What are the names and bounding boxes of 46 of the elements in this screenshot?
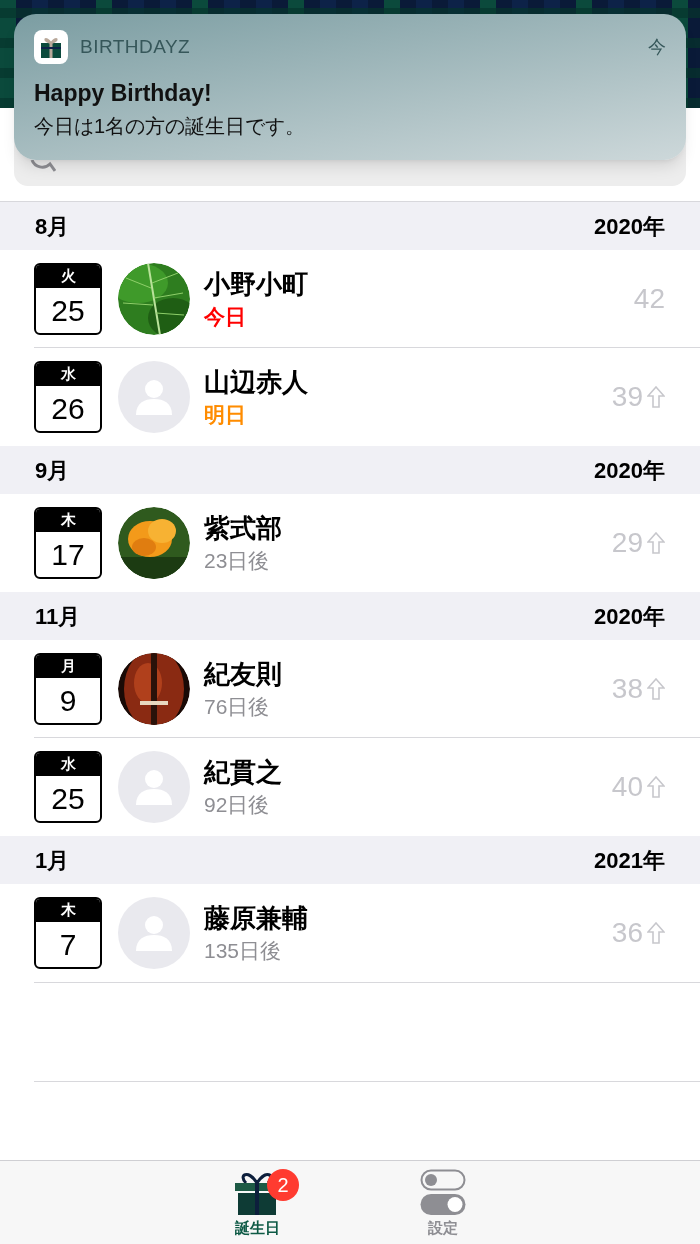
badge: 2 bbox=[267, 1169, 299, 1201]
month-label: 11月 bbox=[35, 602, 81, 631]
weekday-label: 木 bbox=[36, 509, 100, 532]
age-label: 29 bbox=[611, 526, 643, 560]
app-icon bbox=[34, 30, 68, 64]
age-label: 39 bbox=[611, 380, 643, 414]
month-label: 9月 bbox=[35, 456, 70, 485]
year-label: 2021年 bbox=[594, 846, 665, 875]
birthday-status: 今日 bbox=[204, 304, 247, 331]
month-label: 1月 bbox=[35, 846, 70, 875]
person-name: 紀友則 bbox=[204, 657, 282, 691]
year-label: 2020年 bbox=[594, 212, 665, 241]
birthday-status: 135日後 bbox=[204, 938, 283, 965]
birthday-status: 92日後 bbox=[204, 792, 271, 819]
day-number: 25 bbox=[50, 781, 86, 817]
person-name: 紫式部 bbox=[204, 511, 282, 545]
person-name: 山辺赤人 bbox=[204, 365, 308, 399]
day-number: 17 bbox=[50, 537, 86, 573]
month-label: 8月 bbox=[35, 212, 70, 241]
person-name: 藤原兼輔 bbox=[204, 901, 308, 935]
weekday-label: 水 bbox=[36, 753, 100, 776]
person-name: 紀貫之 bbox=[204, 755, 282, 789]
age-label: 36 bbox=[611, 916, 643, 950]
day-number: 25 bbox=[50, 293, 86, 329]
day-number: 26 bbox=[50, 391, 86, 427]
age-label: 38 bbox=[611, 672, 643, 706]
notification-toast[interactable]: BIRTHDAYZ 今 Happy Birthday! 今日は1名の方の誕生日です。 bbox=[14, 14, 686, 160]
birthday-status: 明日 bbox=[204, 402, 247, 429]
toggle-icon bbox=[420, 1169, 466, 1215]
age-label: 40 bbox=[611, 770, 643, 804]
weekday-label: 木 bbox=[36, 899, 100, 922]
year-label: 2020年 bbox=[594, 456, 665, 485]
day-number: 7 bbox=[58, 927, 78, 963]
weekday-label: 火 bbox=[36, 265, 100, 288]
person-name: 小野小町 bbox=[204, 267, 308, 301]
birthday-status: 76日後 bbox=[204, 694, 271, 721]
notification-time: 今 bbox=[648, 35, 666, 59]
year-label: 2020年 bbox=[594, 602, 665, 631]
weekday-label: 月 bbox=[36, 655, 100, 678]
age-label: 42 bbox=[633, 282, 665, 316]
notification-title: Happy Birthday! bbox=[34, 79, 213, 108]
app-name: BIRTHDAYZ bbox=[80, 34, 191, 59]
notification-body: 今日は1名の方の誕生日です。 bbox=[34, 113, 307, 139]
weekday-label: 水 bbox=[36, 363, 100, 386]
day-number: 9 bbox=[58, 683, 78, 719]
birthday-status: 23日後 bbox=[204, 548, 271, 575]
